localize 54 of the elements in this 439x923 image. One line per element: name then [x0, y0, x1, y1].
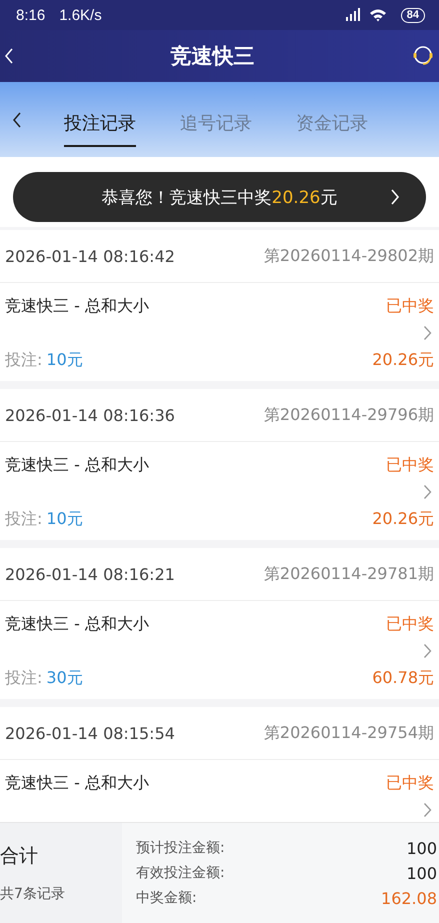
back-icon	[4, 47, 14, 65]
summary-value: 162.08	[381, 888, 437, 908]
signal-icon	[344, 8, 361, 22]
period-number: 第20260114-29796期	[264, 404, 434, 426]
period-number: 第20260114-29754期	[264, 722, 434, 744]
wifi-icon	[368, 8, 387, 22]
tab[interactable]: 投注记录	[64, 100, 136, 146]
chevron-right-icon	[423, 643, 432, 659]
chevron-right-icon	[423, 325, 432, 341]
bet-time: 2026-01-14 08:16:21	[5, 564, 175, 584]
page-title: 竞速快三	[170, 43, 254, 70]
bet-time: 2026-01-14 08:16:42	[5, 246, 175, 266]
prize-amount: 60.78元	[372, 668, 434, 688]
bet-status: 已中奖	[386, 296, 434, 316]
battery-level: 84	[400, 8, 425, 22]
stake-label: 投注:	[5, 508, 42, 528]
clock-time: 8:16	[16, 6, 46, 24]
total-label: 合计	[0, 844, 39, 869]
game-name: 竞速快三 - 总和大小	[5, 296, 149, 316]
chevron-right-icon	[423, 802, 432, 818]
stake-label: 投注:	[5, 350, 42, 368]
record-card[interactable]: 2026-01-14 08:16:36 第20260114-29796期 竞速快三 - 总和大小 已中奖 投注: 10元 20.26元	[0, 389, 439, 540]
headset-icon	[411, 44, 435, 68]
game-name: 竞速快三 - 总和大小	[5, 614, 149, 634]
bet-time: 2026-01-14 08:16:36	[5, 406, 175, 424]
summary-value: 100	[406, 864, 437, 882]
bet-status: 已中奖	[386, 454, 434, 476]
bet-time: 2026-01-14 08:15:54	[5, 724, 175, 742]
back-icon	[12, 110, 22, 128]
stake-amount: 10元	[46, 508, 83, 528]
bet-status: 已中奖	[386, 614, 434, 634]
network-speed: 1.6K/s	[59, 6, 102, 24]
stake-amount: 30元	[46, 668, 83, 686]
notification-text: 恭喜您！竞速快三中奖20.26元	[102, 186, 338, 208]
prize-amount: 20.26元	[372, 350, 434, 370]
game-name: 竞速快三 - 总和大小	[5, 772, 149, 794]
chevron-right-icon	[423, 484, 432, 500]
record-count: 共7条记录	[0, 885, 66, 903]
period-number: 第20260114-29802期	[264, 246, 434, 266]
game-name: 竞速快三 - 总和大小	[5, 454, 149, 476]
prize-amount: 20.26元	[372, 508, 434, 530]
summary-label: 有效投注金额:	[136, 864, 225, 882]
record-card[interactable]: 2026-01-14 08:16:21 第20260114-29781期 竞速快三 - 总和大小 已中奖 投注: 30元 60.78元	[0, 548, 439, 699]
summary-label: 中奖金额:	[136, 889, 197, 907]
bet-status: 已中奖	[386, 772, 434, 794]
period-number: 第20260114-29781期	[264, 564, 434, 584]
chevron-right-icon	[390, 188, 400, 206]
record-card[interactable]: 2026-01-14 08:16:42 第20260114-29802期 竞速快三 - 总和大小 已中奖 投注: 10元 20.26元	[0, 230, 439, 381]
summary-label: 预计投注金额:	[136, 839, 225, 857]
stake-label: 投注:	[5, 668, 42, 686]
record-card[interactable]: 2026-01-14 08:15:54 第20260114-29754期 竞速快三 - 总和大小 已中奖	[0, 707, 439, 822]
win-notification[interactable]: 恭喜您！竞速快三中奖20.26元	[13, 172, 426, 222]
summary-value: 100	[406, 838, 437, 858]
stake-amount: 10元	[46, 350, 83, 368]
